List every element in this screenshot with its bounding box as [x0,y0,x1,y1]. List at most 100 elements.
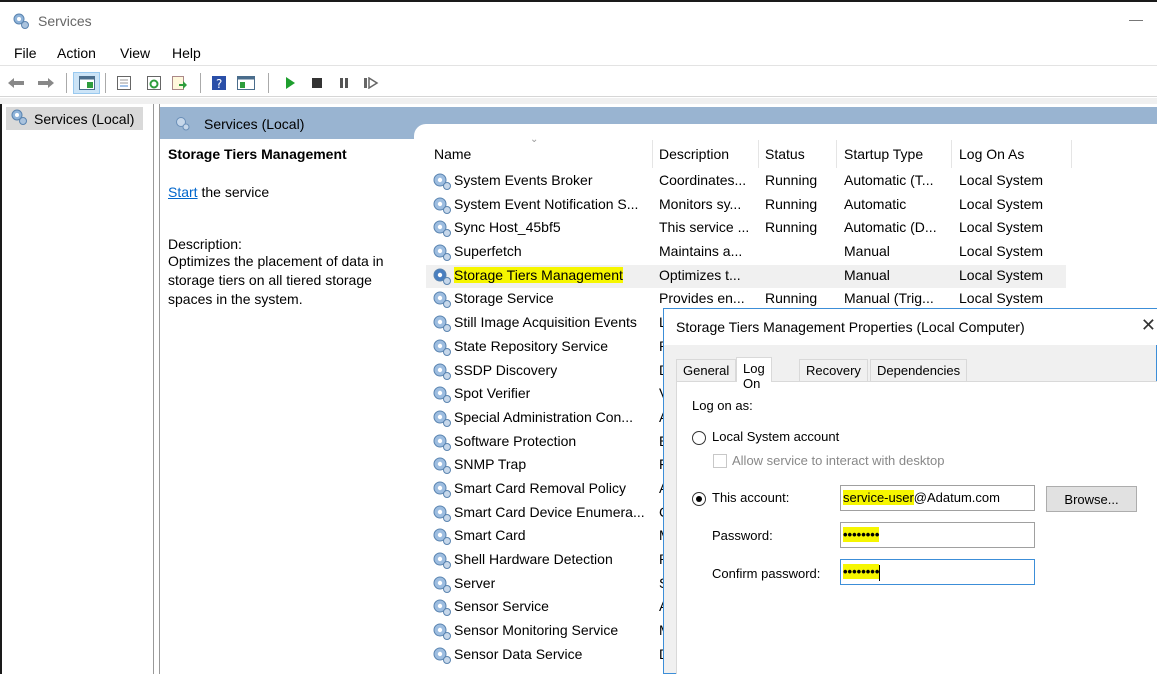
tab-general[interactable]: General [676,359,737,381]
cell-name: State Repository Service [454,337,609,354]
cell-status: Running [765,195,818,212]
cell-startup: Automatic (D... [844,219,937,236]
forward-arrow-icon[interactable] [37,74,55,92]
refresh-icon[interactable] [145,74,163,92]
this-account-label: This account: [712,490,790,505]
service-gear-icon [432,196,452,219]
start-service-icon[interactable] [281,74,299,92]
show-action-pane-icon[interactable] [237,74,255,92]
tree-item-services-local[interactable]: Services (Local) [6,107,143,130]
dialog-title-bar: Storage Tiers Management Properties (Loc… [664,309,1157,345]
cell-name: System Event Notification S... [454,195,639,212]
service-gear-icon [432,290,452,313]
cell-name: SSDP Discovery [454,361,558,378]
help-icon[interactable]: ? [210,74,228,92]
service-gear-icon [432,267,452,290]
start-service-link[interactable]: Start [168,184,198,200]
cell-name: Sensor Monitoring Service [454,622,619,639]
column-header-log-on-as[interactable]: Log On As [959,146,1024,162]
column-divider[interactable] [758,140,759,168]
close-icon[interactable]: ✕ [1141,315,1156,336]
back-arrow-icon[interactable] [7,74,25,92]
dialog-title: Storage Tiers Management Properties (Loc… [676,319,1025,335]
account-value-domain: @Adatum.com [913,490,1000,505]
description-text: Optimizes the placement of data in stora… [168,253,384,307]
service-gear-icon [432,622,452,645]
column-header-row: ⌄ Name Description Status Startup Type L… [426,134,1157,170]
tab-dependencies[interactable]: Dependencies [870,359,968,381]
cell-startup: Automatic (T... [844,172,934,188]
cell-name: Special Administration Con... [454,408,633,425]
account-input[interactable]: service-user@Adatum.com [840,485,1035,511]
cell-startup: Manual [844,243,890,260]
cell-status: Running [765,172,818,188]
tree-item-label: Services (Local) [34,110,135,127]
column-divider[interactable] [1071,140,1072,168]
cell-name: Still Image Acquisition Events [454,314,637,331]
menu-help[interactable]: Help [172,45,201,61]
service-details-pane: Storage Tiers Management Start the servi… [168,146,408,309]
cell-logon: Local System [959,290,1044,307]
toolbar-separator [268,73,269,93]
table-row[interactable]: System Events Broker Coordinates... Runnin… [426,170,1157,194]
log-on-panel: Log on as: Local System account Allow se… [676,381,1157,674]
tab-recovery[interactable]: Recovery [799,359,868,381]
table-row[interactable]: Sync Host_45bf5 This service ... Running Au… [426,217,1157,241]
table-row[interactable]: Superfetch Maintains a... Manual Local Syst… [426,241,1157,265]
browse-button[interactable]: Browse... [1046,486,1137,512]
menu-file[interactable]: File [14,45,37,61]
service-gear-icon [432,551,452,574]
properties-icon[interactable] [115,74,133,92]
password-label: Password: [712,528,773,543]
column-divider[interactable] [836,140,837,168]
cell-startup: Manual (Trig... [844,290,934,307]
sort-chevron-icon: ⌄ [530,134,539,145]
menu-view[interactable]: View [120,45,150,61]
resume-service-icon[interactable] [362,74,380,92]
cell-description: Coordinates... [659,172,747,188]
properties-dialog: Storage Tiers Management Properties (Loc… [663,308,1157,674]
this-account-radio[interactable] [692,492,706,506]
service-gear-icon [432,362,452,385]
service-gear-icon [432,480,452,503]
svg-text:?: ? [216,77,222,91]
cell-name: Software Protection [454,432,577,449]
table-row[interactable]: Storage Tiers Management Optimizes t... Ma… [426,264,1066,290]
service-gear-icon [432,338,452,361]
column-header-description[interactable]: Description [659,146,729,162]
log-on-as-label: Log on as: [692,398,753,413]
pause-service-icon[interactable] [335,74,353,92]
cell-name: SNMP Trap [454,456,527,473]
service-gear-icon [432,409,452,432]
password-input[interactable]: •••••••• [840,522,1035,548]
text-caret [879,564,881,581]
column-divider[interactable] [652,140,653,168]
service-gear-icon [432,575,452,598]
menu-bar: File Action View Help [0,40,1157,66]
service-gear-icon [432,433,452,456]
main-header-title: Services (Local) [204,116,305,132]
cell-name: Shell Hardware Detection [454,551,613,567]
account-value-highlighted: service-user [843,490,914,505]
title-bar: Services [0,0,1157,40]
column-header-startup-type[interactable]: Startup Type [844,146,923,162]
tab-log-on[interactable]: Log On [736,357,772,391]
column-header-status[interactable]: Status [765,146,805,162]
allow-desktop-checkbox[interactable] [713,454,727,468]
column-divider[interactable] [951,140,952,168]
cell-description: This service ... [659,219,750,236]
table-row[interactable]: System Event Notification S... Monitors s… [426,194,1157,218]
confirm-password-input[interactable]: •••••••• [840,559,1035,585]
local-system-label: Local System account [712,429,840,444]
cell-name: Sync Host_45bf5 [454,219,561,236]
show-hide-console-tree-icon[interactable] [73,72,100,94]
cell-description: Optimizes t... [659,266,741,283]
menu-action[interactable]: Action [57,45,96,61]
local-system-radio[interactable] [692,431,706,445]
cell-logon: Local System [959,195,1044,212]
column-header-name[interactable]: Name [434,146,471,162]
cell-name: Sensor Data Service [454,645,583,662]
export-list-icon[interactable] [170,74,188,92]
minimize-button[interactable] [1129,20,1143,21]
stop-service-icon[interactable] [308,74,326,92]
